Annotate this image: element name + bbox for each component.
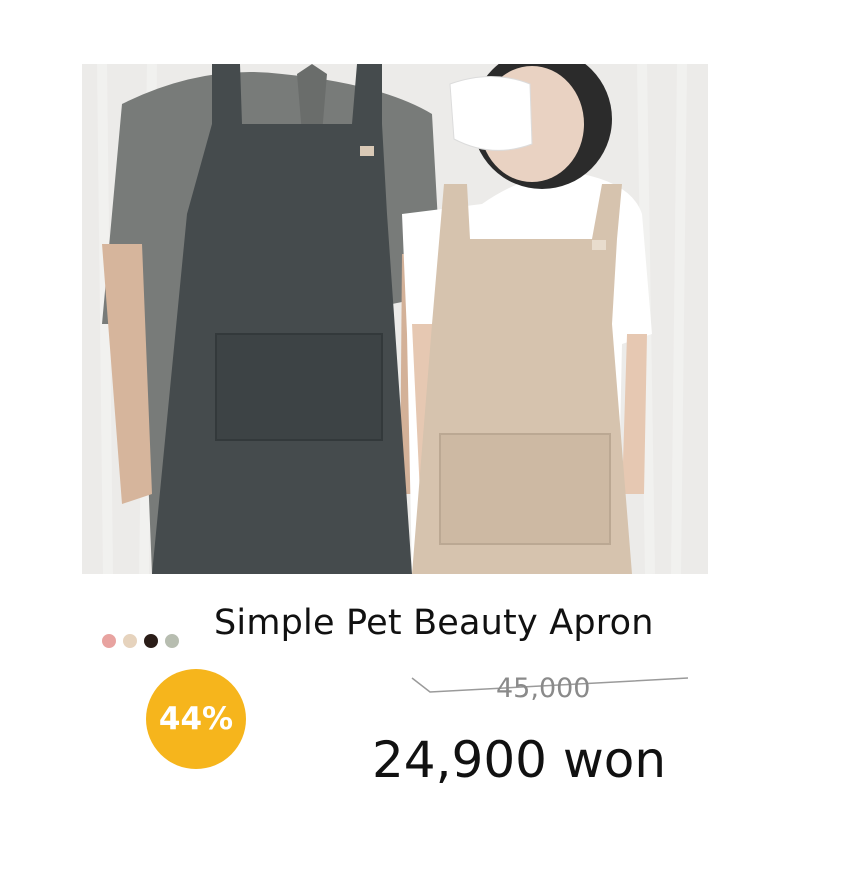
color-swatch-pink[interactable] xyxy=(102,634,116,648)
original-price: 45,000 xyxy=(496,673,591,704)
color-swatch-list xyxy=(102,634,179,648)
product-image[interactable] xyxy=(82,64,708,574)
color-swatch-beige[interactable] xyxy=(123,634,137,648)
discount-badge-label: 44% xyxy=(158,701,234,737)
color-swatch-sage[interactable] xyxy=(165,634,179,648)
product-photo-illustration xyxy=(82,64,708,574)
discount-badge: 44% xyxy=(146,669,246,769)
color-swatch-dark-brown[interactable] xyxy=(144,634,158,648)
product-title[interactable]: Simple Pet Beauty Apron xyxy=(214,603,734,643)
sale-price: 24,900 won xyxy=(372,731,667,789)
